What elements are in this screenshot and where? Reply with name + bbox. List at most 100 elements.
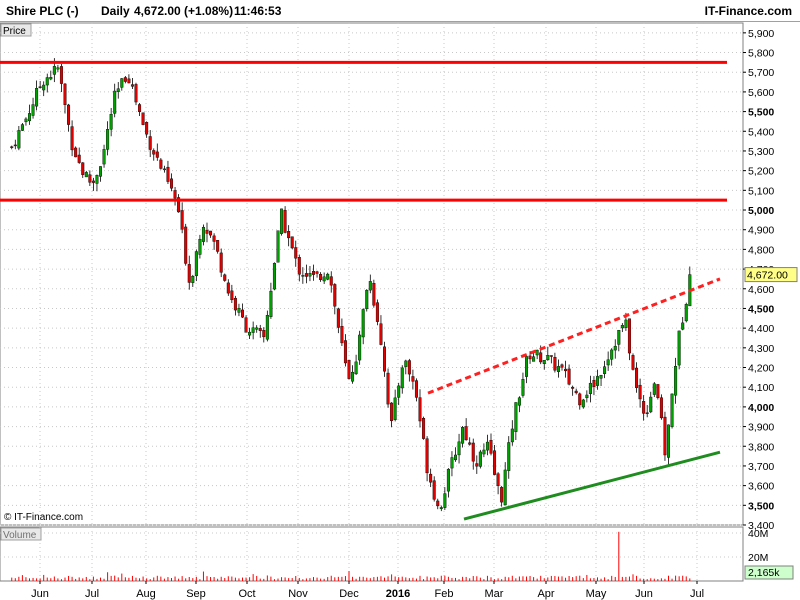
candle-body bbox=[287, 231, 291, 239]
candle-body bbox=[74, 147, 78, 158]
volume-bar bbox=[57, 578, 59, 581]
volume-bar bbox=[78, 577, 80, 581]
volume-bar bbox=[245, 577, 247, 581]
candle-body bbox=[422, 418, 426, 439]
price-tick-label: 3,900 bbox=[748, 422, 774, 434]
candle-body bbox=[127, 78, 131, 84]
candle-body bbox=[28, 113, 32, 122]
candle-body bbox=[556, 366, 560, 372]
volume-bar bbox=[234, 577, 236, 581]
candle-body bbox=[237, 307, 241, 313]
volume-bar bbox=[501, 579, 503, 581]
candle-body bbox=[205, 229, 209, 234]
candle-body bbox=[393, 397, 397, 420]
candle-body bbox=[670, 393, 674, 427]
volume-bar bbox=[607, 579, 609, 581]
price-tick-label: 4,600 bbox=[748, 284, 774, 296]
volume-bar bbox=[380, 576, 382, 581]
candle-body bbox=[155, 151, 159, 158]
candle-body bbox=[375, 302, 379, 322]
time-tick-label: May bbox=[586, 588, 607, 600]
volume-bar bbox=[618, 531, 620, 581]
volume-bar bbox=[575, 576, 577, 581]
candle-body bbox=[290, 236, 294, 249]
volume-bar bbox=[664, 578, 666, 581]
candle-body bbox=[588, 382, 592, 394]
volume-pane bbox=[0, 526, 744, 582]
volume-bar bbox=[195, 576, 197, 581]
volume-bar bbox=[522, 576, 524, 581]
volume-bar bbox=[373, 577, 375, 581]
volume-bar bbox=[43, 574, 45, 581]
candle-body bbox=[432, 480, 436, 500]
candle-body bbox=[109, 113, 113, 130]
time-tick-label: Jul bbox=[690, 588, 704, 600]
time-tick-label: Mar bbox=[485, 588, 504, 600]
candle-body bbox=[191, 276, 195, 283]
candle-body bbox=[407, 360, 411, 375]
candle-body bbox=[400, 367, 404, 389]
candle-body bbox=[361, 309, 365, 338]
volume-bar bbox=[486, 575, 488, 581]
candle-body bbox=[159, 159, 163, 169]
candle-body bbox=[443, 493, 447, 508]
candle-body bbox=[642, 401, 646, 414]
volume-bar bbox=[660, 578, 662, 581]
candle-body bbox=[138, 104, 142, 112]
volume-bar bbox=[376, 576, 378, 581]
volume-bar bbox=[149, 579, 151, 581]
candle-body bbox=[464, 426, 468, 441]
candle-body bbox=[475, 463, 479, 467]
candle-body bbox=[354, 361, 358, 375]
stock-chart: PriceVolume© IT-Finance.com3,4003,5003,6… bbox=[0, 22, 798, 600]
time-tick-label: Jun bbox=[31, 588, 49, 600]
price-tick-label: 3,500 bbox=[748, 500, 774, 512]
price-tick-label: 4,200 bbox=[748, 363, 774, 375]
volume-bar bbox=[579, 575, 581, 581]
volume-bar bbox=[302, 579, 304, 581]
volume-bar bbox=[60, 579, 62, 581]
volume-bar bbox=[202, 571, 204, 581]
volume-bar bbox=[128, 577, 130, 581]
volume-bar bbox=[472, 576, 474, 581]
volume-bar bbox=[444, 575, 446, 581]
volume-bar bbox=[114, 575, 116, 581]
volume-bar bbox=[675, 575, 677, 581]
candle-body bbox=[549, 355, 553, 357]
candle-body bbox=[24, 118, 28, 123]
candle-body bbox=[84, 172, 88, 178]
candle-body bbox=[148, 136, 152, 150]
candle-body bbox=[294, 247, 298, 259]
volume-bar bbox=[611, 575, 613, 581]
volume-bar bbox=[430, 577, 432, 581]
candle-body bbox=[145, 122, 149, 135]
candle-body bbox=[123, 77, 127, 82]
price-pane-label: Price bbox=[3, 26, 26, 37]
candle-body bbox=[468, 442, 472, 445]
volume-bar bbox=[423, 579, 425, 581]
candle-body bbox=[539, 352, 543, 363]
candle-body bbox=[343, 340, 347, 364]
candle-body bbox=[116, 88, 120, 92]
volume-bar bbox=[568, 575, 570, 581]
candle-body bbox=[219, 252, 223, 273]
volume-bar bbox=[291, 578, 293, 581]
candle-body bbox=[102, 149, 106, 165]
candle-body bbox=[35, 88, 39, 107]
volume-bar bbox=[64, 577, 66, 581]
candle-body bbox=[336, 308, 340, 328]
volume-bar bbox=[32, 577, 34, 581]
candle-body bbox=[525, 356, 529, 377]
volume-bar bbox=[348, 571, 350, 581]
candle-body bbox=[201, 226, 205, 242]
price-tick-label: 3,700 bbox=[748, 461, 774, 473]
candle-body bbox=[386, 372, 390, 405]
candle-body bbox=[631, 355, 635, 370]
candle-body bbox=[500, 487, 504, 503]
candle-body bbox=[617, 330, 621, 345]
candle-body bbox=[496, 473, 500, 486]
volume-bar bbox=[163, 578, 165, 581]
price-tick-label: 4,100 bbox=[748, 382, 774, 394]
volume-bar bbox=[298, 577, 300, 581]
volume-bar bbox=[273, 579, 275, 581]
